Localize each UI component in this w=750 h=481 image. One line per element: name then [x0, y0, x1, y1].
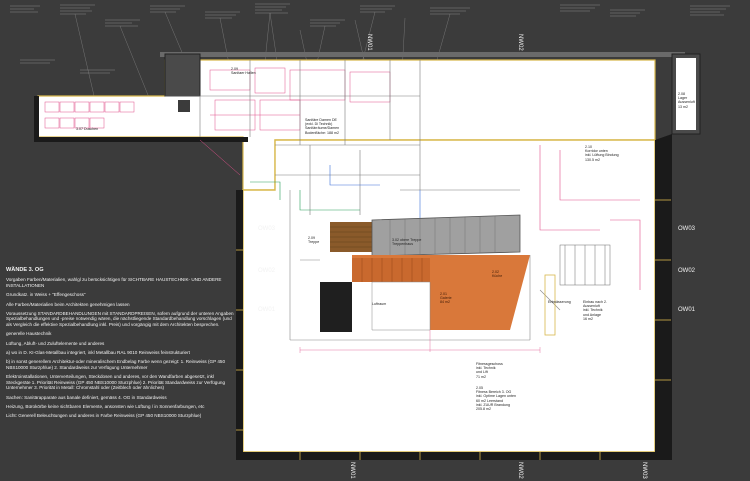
- wall-label-nw01-bottom: NW01: [349, 462, 355, 479]
- column-1: [178, 100, 190, 112]
- room-label-einbau: Einbau nach 2. Aussenluft inkl. Technik …: [583, 300, 607, 321]
- void-dark: [320, 282, 352, 332]
- room-label-bad-wc: Sanitäre Damen DE (exkl. Di Technik) San…: [305, 118, 340, 135]
- shaft-left: [164, 53, 201, 97]
- outer-wall-south: [236, 452, 672, 460]
- wall-label-nw02-top: NW02: [517, 34, 523, 51]
- wall-label-nw03-bottom: NW03: [641, 462, 647, 479]
- wall-label-ow03-right: OW03: [678, 226, 696, 232]
- room-label-treppe: 2.09 Treppe: [308, 236, 320, 245]
- room-label-treppe-oben: 3.02 obere Treppe Treppenhaus: [392, 238, 422, 247]
- concrete-stair-core: [371, 214, 521, 257]
- notes-para-2: Grundkatz. in Weiss + "Effengeschoss": [6, 292, 86, 298]
- outer-wall-wing-west: [34, 96, 39, 142]
- notes-para-6: Lüftung, Abluft- und Zuluftelemente und …: [6, 340, 105, 346]
- room-label-kuche: 2.02 Küche: [492, 270, 503, 279]
- wall-label-ow03-left: OW03: [258, 226, 276, 232]
- room-label-lager: 2.08 Lager Aussenluft 13 m2: [678, 92, 695, 109]
- wall-label-nw02-bottom: NW02: [517, 462, 523, 479]
- outer-wall-east: [655, 140, 671, 460]
- notes-para-7: a) wo in D. KI-Glas-Metallbau integriert…: [6, 350, 190, 356]
- room-label-fitness: Fitnessgeschoss inkl. Technik und Lift 7…: [476, 362, 503, 379]
- wall-label-ow02-right: OW02: [678, 268, 696, 274]
- outer-wall-wing-south: [38, 137, 248, 142]
- room-label-dusche: 3.07 Duschen: [76, 127, 99, 131]
- wall-label-ow01-right: OW01: [678, 307, 696, 313]
- notes-para-10: Sachen: Sanitärapparate aus banale defin…: [6, 394, 167, 400]
- wall-notes-panel: WÄNDE 3. OG Vorgaben Farben/Materialien,…: [6, 267, 238, 423]
- notes-para-9: Elektroinstallationen, Unterverteilungen…: [6, 374, 225, 391]
- notes-para-12: Licht: Generell Beleuchtungen und andere…: [6, 413, 202, 419]
- wall-label-ow02-left: OW02: [258, 268, 276, 274]
- room-label-korridor: 2.10 Korridor unten inkl. Lüftung Bindun…: [585, 145, 619, 162]
- notes-para-4: Voraussetzung STANDARDBEHANDLUNGEN mit S…: [6, 311, 234, 327]
- gallery-stair: [352, 258, 430, 282]
- notes-para-8: b) in sonst generellem Architektur-oder …: [6, 359, 225, 370]
- room-label-sanitaer: 2.09 Sanitaer Hallen: [231, 67, 256, 76]
- notes-title: WÄNDE 3. OG: [6, 267, 44, 273]
- notes-para-5: generelle Haustechnik: [6, 331, 52, 337]
- room-label-foyer: 2.05 Fitness Bereich 3. OG inkl. Optime …: [476, 386, 516, 412]
- north-facade-band: [160, 52, 685, 57]
- room-label-galerie: 2.01 Galerie 84 m2: [440, 292, 452, 305]
- room-label-luftraum: Luftraum: [372, 302, 387, 306]
- notes-para-3: Alle Farben/Materialien beim Architekten…: [6, 301, 130, 307]
- notes-para-1: Vorgaben Farben/Materialien, wahlgl zu b…: [6, 277, 222, 288]
- room-label-entwaesserung: Entwässerung: [548, 300, 571, 304]
- notes-para-11: Heizung, Bürokörbe keine sichtbaren Elem…: [6, 403, 205, 409]
- wall-label-nw01-top: NW01: [366, 34, 372, 51]
- wall-label-ow01-left: OW01: [258, 307, 276, 313]
